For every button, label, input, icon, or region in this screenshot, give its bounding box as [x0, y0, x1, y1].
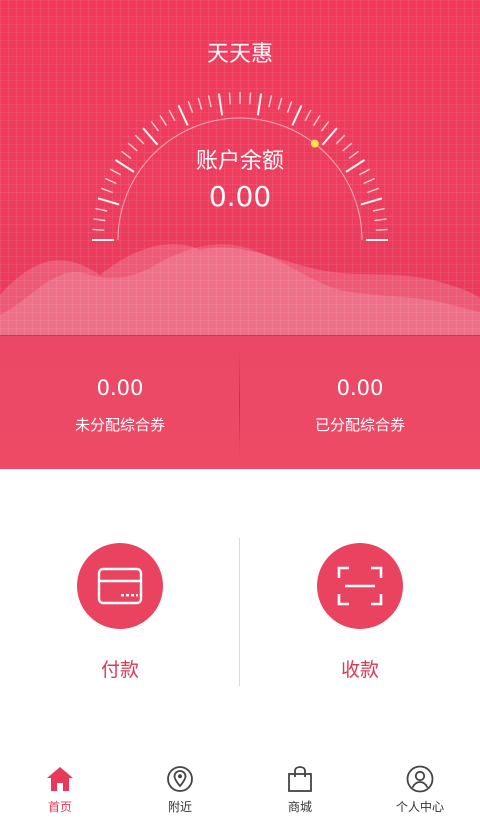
home-icon [47, 767, 73, 791]
pay-button[interactable]: 付款 [0, 543, 240, 693]
balance-header: 天天惠 账户余额 0.00 [0, 0, 480, 335]
gauge-tick [268, 95, 273, 108]
gauge-tick [177, 104, 189, 126]
unallocated-voucher-amount: 0.00 [96, 376, 144, 400]
scan-icon [337, 566, 383, 606]
shopping-bag-icon [288, 766, 312, 792]
gauge-tick [312, 115, 321, 126]
allocated-voucher[interactable]: 0.00 已分配综合券 [240, 336, 480, 469]
gauge-tick [320, 121, 330, 132]
balance-value: 0.00 [208, 180, 272, 213]
gauge-tick [217, 93, 224, 116]
gauge-tick [291, 104, 303, 126]
tab-nearby-label: 附近 [167, 800, 192, 814]
receive-button[interactable]: 收款 [240, 543, 480, 693]
gauge-tick [304, 109, 312, 121]
bottom-tab-bar: 首页 附近 商城 个人中心 [0, 755, 480, 820]
allocated-voucher-label: 已分配综合券 [314, 416, 405, 434]
tab-profile[interactable]: 个人中心 [360, 755, 480, 820]
gauge-tick [374, 218, 387, 222]
unallocated-voucher[interactable]: 0.00 未分配综合券 [0, 336, 240, 469]
gauge-tick [159, 115, 168, 126]
gauge-tick [187, 101, 194, 113]
pay-label: 付款 [100, 659, 139, 681]
card-icon [97, 567, 143, 605]
gauge-tick [168, 109, 176, 121]
pay-circle [77, 543, 163, 629]
app-title: 天天惠 [206, 42, 273, 67]
tab-home-label: 首页 [47, 800, 72, 814]
gauge-tick [249, 92, 252, 105]
user-icon [406, 765, 434, 793]
gauge-tick [286, 101, 293, 113]
tab-mall-label: 商城 [287, 800, 312, 814]
gauge-tick [92, 228, 105, 231]
voucher-summary: 0.00 未分配综合券 0.00 已分配综合券 [0, 335, 480, 469]
tab-profile-label: 个人中心 [395, 800, 444, 814]
balance-label: 账户余额 [195, 149, 284, 174]
gauge-tick [256, 93, 263, 116]
gauge-tick [207, 95, 212, 108]
receive-label: 收款 [340, 659, 379, 681]
gauge-tick [93, 218, 106, 222]
allocated-voucher-amount: 0.00 [336, 376, 384, 400]
tab-nearby[interactable]: 附近 [120, 755, 240, 820]
receive-circle [317, 543, 403, 629]
gauge-tick [228, 92, 231, 105]
tab-home[interactable]: 首页 [0, 755, 120, 820]
gauge-tick [150, 121, 160, 132]
gauge-tick [375, 228, 388, 231]
unallocated-voucher-label: 未分配综合券 [74, 416, 165, 434]
gauge-tick [197, 97, 203, 110]
location-pin-icon [167, 766, 193, 792]
gauge-tick [277, 97, 283, 110]
tab-mall[interactable]: 商城 [240, 755, 360, 820]
